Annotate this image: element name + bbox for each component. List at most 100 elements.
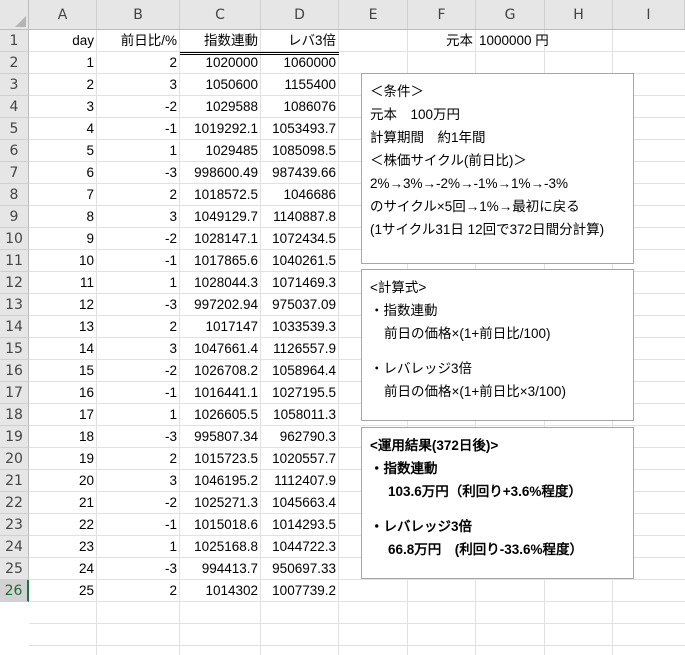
cell-day[interactable]: 21: [29, 492, 97, 514]
column-header-g[interactable]: G: [476, 0, 545, 29]
select-all-corner[interactable]: [0, 0, 29, 30]
cell-g1-principal-value[interactable]: 1000000 円: [476, 30, 549, 52]
cell-day[interactable]: 10: [29, 250, 97, 272]
cell-change[interactable]: 3: [97, 74, 180, 96]
result-textbox[interactable]: <運用結果(372日後)> ・指数連動 103.6万円（利回り+3.6%程度） …: [361, 427, 634, 579]
cell-day[interactable]: 12: [29, 294, 97, 316]
cell-leverage-value[interactable]: 987439.66: [261, 162, 339, 184]
row-header-1[interactable]: 1: [0, 30, 29, 52]
cell-change[interactable]: 2: [97, 316, 180, 338]
cell-change[interactable]: 3: [97, 470, 180, 492]
cell-leverage-value[interactable]: 1027195.5: [261, 382, 339, 404]
row-header-5[interactable]: 5: [0, 118, 29, 140]
row-header-7[interactable]: 7: [0, 162, 29, 184]
cell-day[interactable]: 11: [29, 272, 97, 294]
row-header-21[interactable]: 21: [0, 470, 29, 492]
row-header-12[interactable]: 12: [0, 272, 29, 294]
cell-change[interactable]: -3: [97, 162, 180, 184]
column-header-a[interactable]: A: [29, 0, 97, 29]
cell-change[interactable]: -3: [97, 294, 180, 316]
row-header-20[interactable]: 20: [0, 448, 29, 470]
cell-change[interactable]: -2: [97, 360, 180, 382]
row-header-16[interactable]: 16: [0, 360, 29, 382]
cell-leverage-value[interactable]: 1085098.5: [261, 140, 339, 162]
row-header-6[interactable]: 6: [0, 140, 29, 162]
spreadsheet[interactable]: ABCDEFGHI 1 2 3 4 5 6 7 8 9 10 11 12 13 14 15 16 17 18 19 2…: [0, 0, 685, 655]
row-header-26[interactable]: 26: [0, 580, 29, 602]
cell-f1-principal-label[interactable]: 元本: [408, 30, 476, 52]
cell-leverage-value[interactable]: 1007739.2: [261, 580, 339, 602]
row-header-14[interactable]: 14: [0, 316, 29, 338]
cell-day[interactable]: 22: [29, 514, 97, 536]
cell-leverage-value[interactable]: 1155400: [261, 74, 339, 96]
cell-leverage-value[interactable]: 1058964.4: [261, 360, 339, 382]
row-header-8[interactable]: 8: [0, 184, 29, 206]
cell-day[interactable]: 1: [29, 52, 97, 74]
cell-index-value[interactable]: 1018572.5: [180, 184, 261, 206]
row-header-13[interactable]: 13: [0, 294, 29, 316]
cell-day[interactable]: 9: [29, 228, 97, 250]
cell-change[interactable]: 3: [97, 338, 180, 360]
cell-index-value[interactable]: 1028147.1: [180, 228, 261, 250]
cell-leverage-value[interactable]: 1086076: [261, 96, 339, 118]
row-header-17[interactable]: 17: [0, 382, 29, 404]
cell-change[interactable]: -2: [97, 96, 180, 118]
cell-index-value[interactable]: 1047661.4: [180, 338, 261, 360]
cell-index-value[interactable]: 1020000: [180, 52, 261, 74]
cell-leverage-value[interactable]: 1126557.9: [261, 338, 339, 360]
cell-day[interactable]: 25: [29, 580, 97, 602]
cell-change[interactable]: -2: [97, 492, 180, 514]
cell-index-value[interactable]: 1029485: [180, 140, 261, 162]
cell-index-value[interactable]: 1025271.3: [180, 492, 261, 514]
row-header-11[interactable]: 11: [0, 250, 29, 272]
column-header-d[interactable]: D: [261, 0, 339, 29]
cell-day[interactable]: 13: [29, 316, 97, 338]
cell-day[interactable]: 15: [29, 360, 97, 382]
row-header-24[interactable]: 24: [0, 536, 29, 558]
cell-change[interactable]: 1: [97, 404, 180, 426]
cell-leverage-value[interactable]: 1058011.3: [261, 404, 339, 426]
cell-day[interactable]: 24: [29, 558, 97, 580]
cell-day[interactable]: 5: [29, 140, 97, 162]
cell-index-value[interactable]: 1050600: [180, 74, 261, 96]
cell-index-value[interactable]: 1025168.8: [180, 536, 261, 558]
cell-leverage-value[interactable]: 1072434.5: [261, 228, 339, 250]
cell-change[interactable]: -1: [97, 250, 180, 272]
cell-day[interactable]: 18: [29, 426, 97, 448]
cell-day[interactable]: 23: [29, 536, 97, 558]
cell-change[interactable]: -3: [97, 426, 180, 448]
cell-leverage-value[interactable]: 975037.09: [261, 294, 339, 316]
cell-change[interactable]: 3: [97, 206, 180, 228]
column-header-e[interactable]: E: [339, 0, 408, 29]
cell-day[interactable]: 17: [29, 404, 97, 426]
cell-index-value[interactable]: 1028044.3: [180, 272, 261, 294]
cell-c1-index-header[interactable]: 指数連動: [180, 30, 261, 52]
cell-index-value[interactable]: 994413.7: [180, 558, 261, 580]
column-header-b[interactable]: B: [97, 0, 180, 29]
cell-change[interactable]: -3: [97, 558, 180, 580]
cell-change[interactable]: 2: [97, 580, 180, 602]
cell-index-value[interactable]: 1049129.7: [180, 206, 261, 228]
cell-day[interactable]: 7: [29, 184, 97, 206]
cell-index-value[interactable]: 995807.34: [180, 426, 261, 448]
row-header-10[interactable]: 10: [0, 228, 29, 250]
cell-leverage-value[interactable]: 1140887.8: [261, 206, 339, 228]
row-header-23[interactable]: 23: [0, 514, 29, 536]
cell-leverage-value[interactable]: 1044722.3: [261, 536, 339, 558]
cell-day[interactable]: 19: [29, 448, 97, 470]
formula-textbox[interactable]: <計算式> ・指数連動 前日の価格×(1+前日比/100) ・レバレッジ3倍 前…: [361, 269, 634, 421]
cell-index-value[interactable]: 1016441.1: [180, 382, 261, 404]
row-header-4[interactable]: 4: [0, 96, 29, 118]
cell-change[interactable]: 2: [97, 52, 180, 74]
cell-leverage-value[interactable]: 950697.33: [261, 558, 339, 580]
row-header-18[interactable]: 18: [0, 404, 29, 426]
cell-leverage-value[interactable]: 962790.3: [261, 426, 339, 448]
cell-leverage-value[interactable]: 1053493.7: [261, 118, 339, 140]
cell-day[interactable]: 3: [29, 96, 97, 118]
cell-index-value[interactable]: 998600.49: [180, 162, 261, 184]
cell-change[interactable]: 1: [97, 140, 180, 162]
cell-index-value[interactable]: 1017147: [180, 316, 261, 338]
cell-index-value[interactable]: 1015018.6: [180, 514, 261, 536]
conditions-textbox[interactable]: ＜条件＞ 元本 100万円 計算期間 約1年間 ＜株価サイクル(前日比)＞ 2%…: [361, 73, 634, 264]
cell-leverage-value[interactable]: 1040261.5: [261, 250, 339, 272]
